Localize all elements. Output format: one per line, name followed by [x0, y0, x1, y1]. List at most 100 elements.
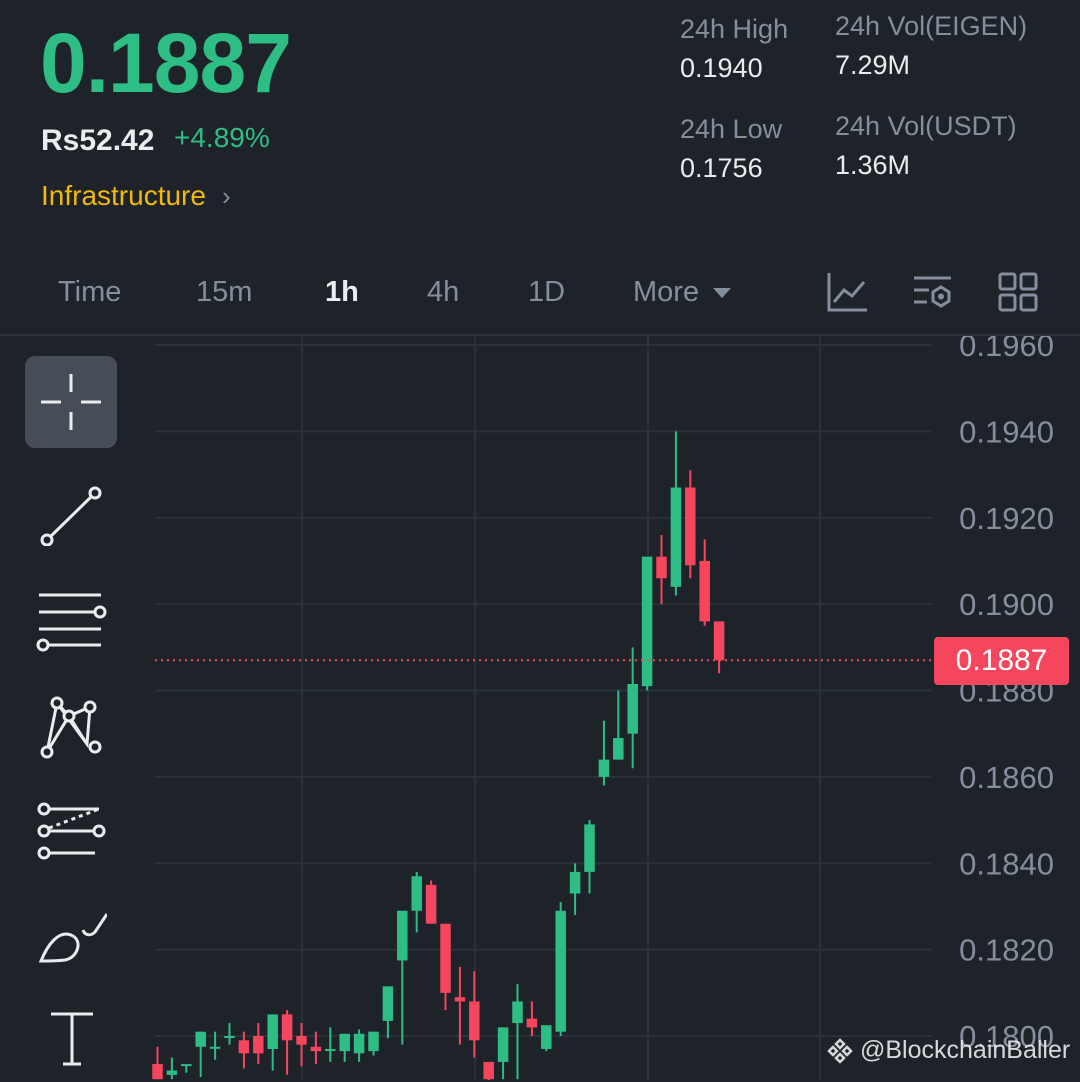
candle-body: [411, 876, 422, 911]
last-price: 0.1887: [40, 16, 292, 110]
candle-body: [555, 910, 566, 1032]
candle: [454, 966, 466, 1045]
candle-body: [454, 997, 466, 1002]
candle-body: [584, 824, 595, 872]
candle-body: [670, 487, 682, 587]
layout-grid-icon[interactable]: [996, 270, 1040, 314]
crosshair-icon: [41, 374, 101, 430]
candle: [152, 1046, 163, 1080]
candle-body: [541, 1025, 552, 1049]
candle-body: [181, 1064, 192, 1067]
text-icon: [51, 1012, 93, 1066]
price-change-percent: +4.89%: [174, 122, 270, 153]
candle-body: [483, 1061, 494, 1080]
candle: [512, 984, 523, 1080]
candle-body: [296, 1036, 307, 1045]
candle-body: [339, 1033, 350, 1052]
candle: [699, 539, 710, 626]
candle-body: [152, 1064, 163, 1080]
candle-body: [382, 986, 394, 1021]
candle-body: [368, 1031, 379, 1052]
candle: [195, 1031, 206, 1078]
y-axis-labels: 0.19600.19400.19200.19000.18800.18600.18…: [959, 336, 1054, 1054]
candle: [224, 1023, 235, 1045]
candle: [353, 1029, 365, 1062]
candle-body: [569, 871, 581, 894]
trend-line-tool[interactable]: [25, 464, 117, 556]
candle-body: [526, 1018, 538, 1028]
brush-tool[interactable]: [25, 896, 117, 988]
candle-body: [598, 759, 610, 777]
candle: [469, 971, 480, 1058]
pattern-icon: [40, 696, 102, 759]
candle: [685, 470, 696, 579]
fib-channel-tool[interactable]: [25, 788, 117, 880]
y-tick-label: 0.1920: [959, 501, 1054, 536]
candle-body: [195, 1031, 206, 1047]
candle: [339, 1033, 350, 1062]
indicator-icon[interactable]: [826, 270, 870, 314]
candle-body: [713, 621, 725, 661]
candle: [296, 1023, 307, 1067]
crosshair-tool[interactable]: [25, 356, 117, 448]
candle: [555, 902, 566, 1036]
settings-icon[interactable]: [911, 270, 955, 314]
tab-time[interactable]: Time: [58, 276, 121, 309]
chart-grid: [155, 336, 932, 1080]
tab-4h[interactable]: 4h: [427, 276, 459, 309]
candle: [497, 1027, 509, 1080]
pattern-tool[interactable]: [25, 680, 117, 772]
candle-body: [440, 923, 451, 993]
category-label: Infrastructure: [41, 180, 206, 211]
candle-body: [224, 1036, 235, 1038]
text-tool[interactable]: [25, 990, 117, 1082]
tab-more-label: More: [633, 276, 700, 308]
candle: [670, 431, 682, 596]
candlestick-chart[interactable]: 0.19600.19400.19200.19000.18800.18600.18…: [0, 336, 1080, 1080]
candle: [541, 1025, 552, 1052]
candle: [440, 923, 451, 1011]
candle-body: [325, 1048, 336, 1051]
vol-quote-label: 24h Vol(USDT): [835, 111, 1017, 141]
candle: [368, 1031, 379, 1056]
candle-body: [497, 1027, 509, 1062]
candle-body: [397, 910, 408, 961]
candle-body: [627, 684, 638, 734]
candle-body: [685, 487, 696, 566]
low-label: 24h Low: [680, 114, 783, 144]
candle-body: [656, 556, 667, 579]
vol-base-value: 7.29M: [835, 50, 911, 80]
tab-1d[interactable]: 1D: [528, 276, 565, 309]
candle: [713, 621, 725, 674]
fib-channel-icon: [37, 802, 106, 860]
vol-quote-value: 1.36M: [835, 150, 911, 180]
candle: [181, 1064, 192, 1073]
candle: [641, 556, 653, 691]
candle-body: [641, 556, 653, 687]
y-tick-label: 0.1820: [959, 933, 1054, 968]
horizontal-lines-icon: [36, 593, 107, 652]
chevron-right-icon: ›: [221, 180, 231, 211]
tab-more[interactable]: More: [633, 276, 732, 309]
candle: [325, 1027, 336, 1062]
candle: [569, 863, 581, 916]
candle: [526, 1001, 538, 1036]
candle: [281, 1010, 293, 1075]
candle: [397, 910, 408, 1045]
candle-body: [353, 1033, 365, 1054]
horizontal-lines-tool[interactable]: [25, 572, 117, 664]
candle: [238, 1031, 250, 1069]
tab-1h[interactable]: 1h: [325, 276, 359, 309]
high-label: 24h High: [680, 14, 789, 44]
category-link[interactable]: Infrastructure ›: [41, 180, 231, 212]
y-tick-label: 0.1960: [959, 336, 1054, 363]
trend-line-icon: [40, 486, 102, 546]
candle-body: [425, 884, 437, 924]
y-tick-label: 0.1900: [959, 587, 1054, 622]
tab-15m[interactable]: 15m: [196, 276, 252, 309]
y-tick-label: 0.1940: [959, 414, 1054, 449]
candle-body: [209, 1046, 221, 1049]
y-tick-label: 0.1840: [959, 846, 1054, 881]
candle-body: [253, 1036, 264, 1054]
candle: [411, 871, 422, 933]
